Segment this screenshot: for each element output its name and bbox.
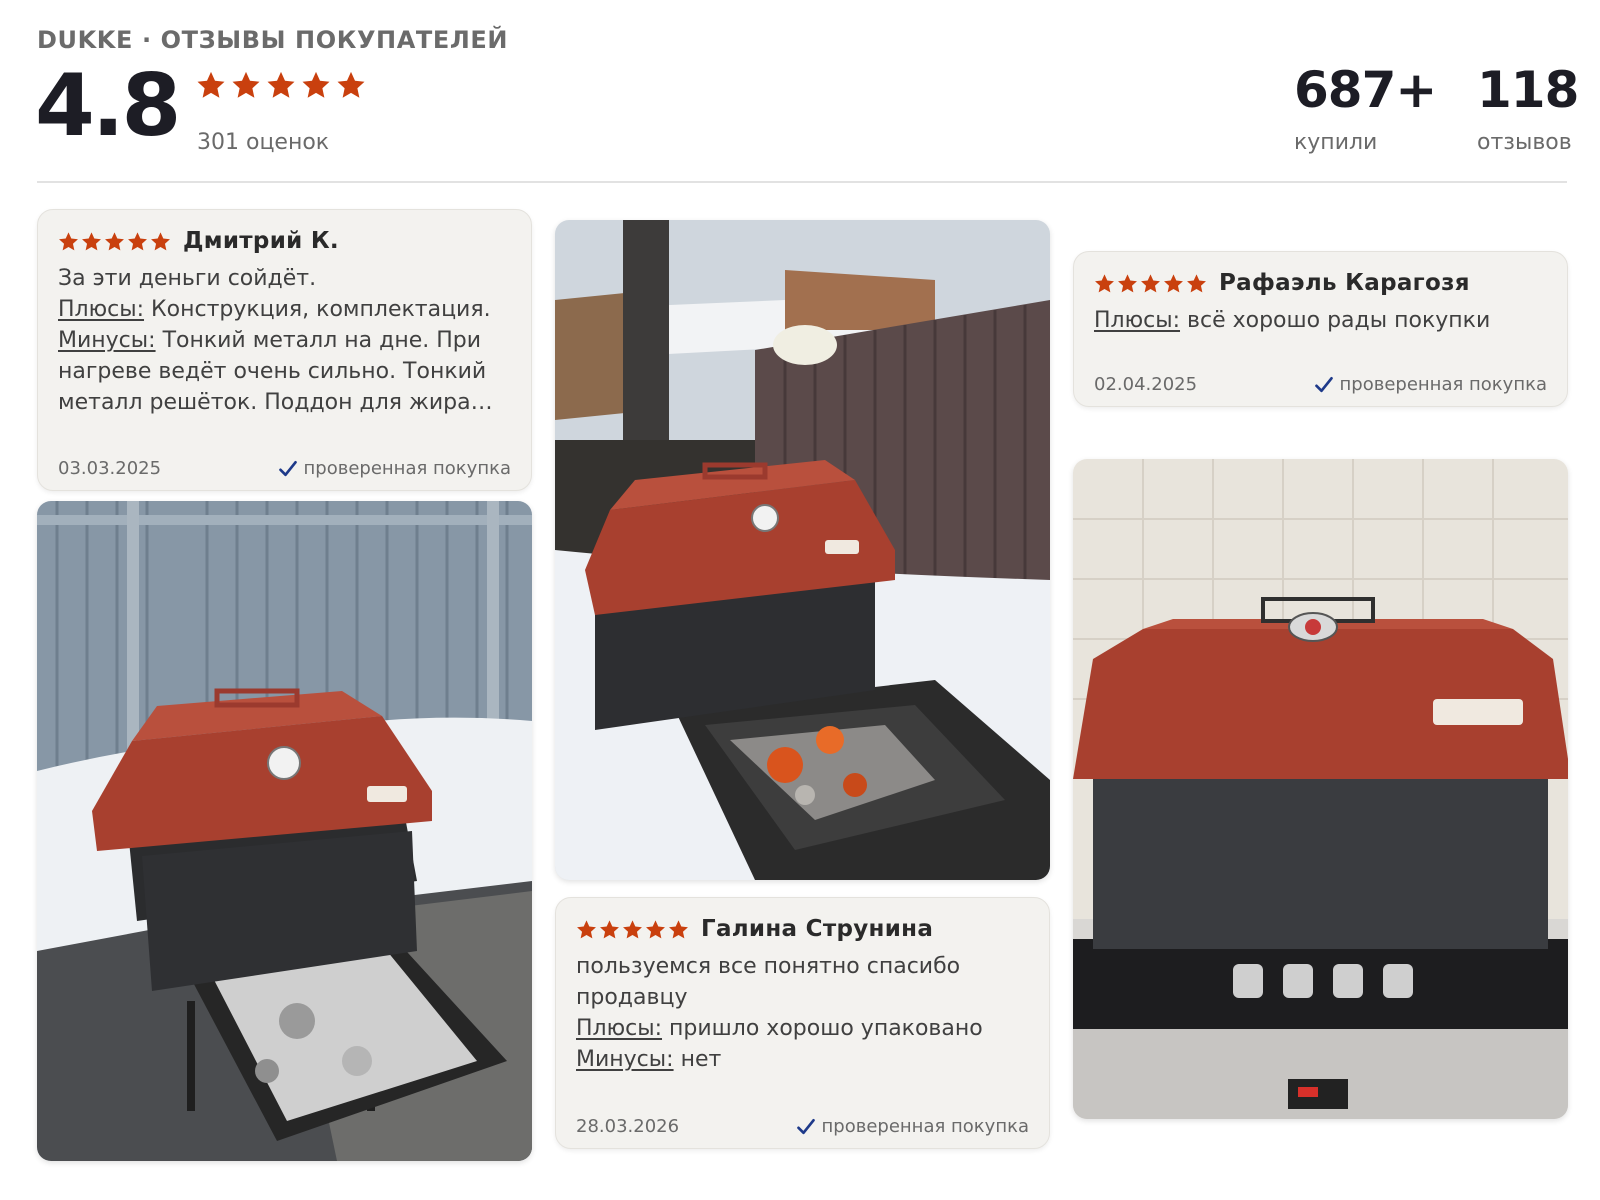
pros-text: Конструкция, комплектация.	[151, 297, 491, 322]
cons-label: Минусы:	[576, 1047, 674, 1072]
star-icon	[646, 919, 665, 938]
star-icon	[151, 231, 170, 250]
pros-label: Плюсы:	[1094, 308, 1181, 333]
star-icon	[232, 71, 260, 98]
review-body: пользуемся все понятно спасибо продавцу …	[576, 951, 1029, 1075]
review-card[interactable]: Галина Струнина пользуемся все понятно с…	[555, 897, 1050, 1149]
reviewer-name: Галина Струнина	[701, 916, 934, 942]
pros-label: Плюсы:	[58, 297, 145, 322]
pros-text: пришло хорошо упаковано	[669, 1016, 983, 1041]
purchases-count: 687+	[1294, 61, 1437, 119]
cons-text: нет	[680, 1047, 722, 1072]
star-icon	[128, 231, 147, 250]
star-icon	[267, 71, 295, 98]
ratings-count: 301 оценок	[197, 130, 330, 155]
reviews-page: DUKKE · ОТЗЫВЫ ПОКУПАТЕЛЕЙ 4.8 301 оцено…	[0, 0, 1600, 1200]
verified-badge: проверенная покупка	[278, 458, 511, 479]
header-divider	[37, 181, 1567, 183]
star-icon	[105, 231, 124, 250]
reviewer-name: Рафаэль Карагозя	[1219, 270, 1470, 296]
cons-label: Минусы:	[58, 328, 156, 353]
star-icon	[577, 919, 596, 938]
pros-label: Плюсы:	[576, 1016, 663, 1041]
verified-label: проверенная покупка	[821, 1116, 1029, 1137]
purchases-label: купили	[1294, 130, 1378, 155]
review-text: За эти деньги сойдёт.	[58, 266, 317, 291]
star-icon	[669, 919, 688, 938]
pros-text: всё хорошо рады покупки	[1187, 308, 1491, 333]
verified-label: проверенная покупка	[1339, 374, 1547, 395]
reviews-label: отзывов	[1477, 130, 1572, 155]
star-icon	[1095, 273, 1114, 292]
check-icon	[1314, 376, 1333, 392]
review-date: 02.04.2025	[1094, 374, 1198, 395]
review-star-rating	[1094, 273, 1207, 294]
verified-label: проверенная покупка	[303, 458, 511, 479]
star-icon	[197, 71, 225, 98]
review-star-rating	[58, 231, 171, 252]
check-icon	[796, 1118, 815, 1134]
review-photo[interactable]	[37, 501, 532, 1161]
review-photo[interactable]	[555, 220, 1050, 880]
review-photo[interactable]	[1073, 459, 1568, 1119]
star-icon	[600, 919, 619, 938]
verified-badge: проверенная покупка	[796, 1116, 1029, 1137]
header-star-rating	[196, 70, 366, 100]
review-body: Плюсы: всё хорошо рады покупки	[1094, 305, 1547, 336]
review-card[interactable]: Дмитрий К. За эти деньги сойдёт. Плюсы: …	[37, 209, 532, 491]
star-icon	[1187, 273, 1206, 292]
star-icon	[337, 71, 365, 98]
brand-line: DUKKE · ОТЗЫВЫ ПОКУПАТЕЛЕЙ	[37, 26, 509, 54]
star-icon	[1141, 273, 1160, 292]
review-date: 03.03.2025	[58, 458, 162, 479]
review-text: пользуемся все понятно спасибо продавцу	[576, 954, 961, 1010]
star-icon	[302, 71, 330, 98]
star-icon	[1118, 273, 1137, 292]
star-icon	[82, 231, 101, 250]
star-icon	[623, 919, 642, 938]
check-icon	[278, 460, 297, 476]
review-date: 28.03.2026	[576, 1116, 680, 1137]
review-body: За эти деньги сойдёт. Плюсы: Конструкция…	[58, 263, 511, 418]
review-card[interactable]: Рафаэль Карагозя Плюсы: всё хорошо рады …	[1073, 251, 1568, 407]
star-icon	[59, 231, 78, 250]
average-rating: 4.8	[35, 56, 181, 156]
star-icon	[1164, 273, 1183, 292]
review-star-rating	[576, 919, 689, 940]
reviewer-name: Дмитрий К.	[183, 228, 339, 254]
reviews-count: 118	[1477, 61, 1579, 119]
verified-badge: проверенная покупка	[1314, 374, 1547, 395]
